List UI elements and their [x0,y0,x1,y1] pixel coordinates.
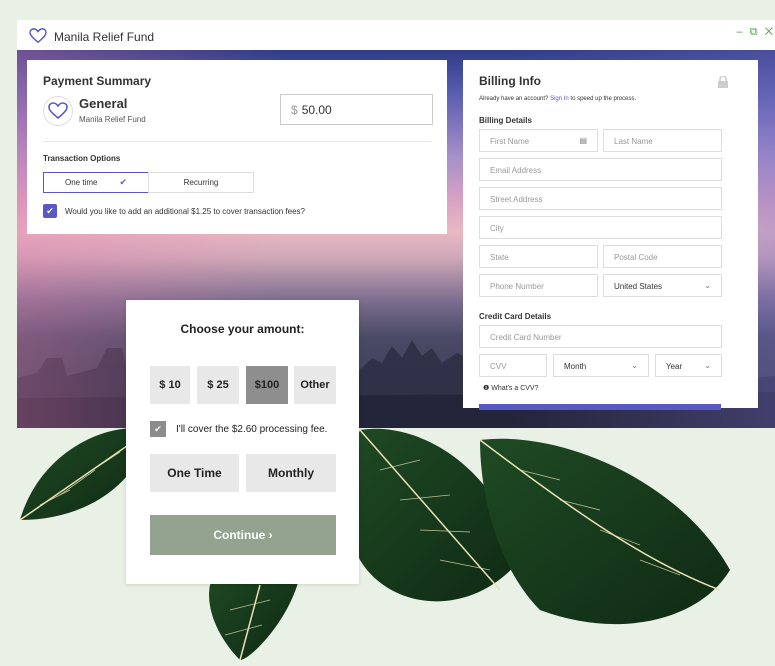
cvv-help-text: What's a CVV? [491,385,539,392]
first-name-placeholder: First Name [490,137,530,146]
fee-text: Would you like to add an additional $1.2… [65,206,306,216]
phone-field[interactable]: Phone Number [479,274,598,297]
cvv-help-link[interactable]: ❶ What's a CVV? [483,384,538,392]
window-controls[interactable]: – ⧉ ✕ [737,26,775,39]
fund-name: General [79,96,128,111]
amount-100-button[interactable]: $100 [246,366,288,404]
amount-value: 50.00 [301,103,332,117]
year-value: Year [666,362,683,371]
checkmark-icon: ✔ [119,177,127,187]
card-number-field[interactable]: Credit Card Number [479,325,722,348]
month-select[interactable]: Month ⌄ [553,354,649,377]
heart-icon [48,102,68,120]
email-field[interactable]: Email Address [479,158,722,181]
payment-summary-card: Payment Summary General Manila Relief Fu… [27,60,447,234]
processing-fee-text: I'll cover the $2.60 processing fee. [176,423,328,435]
amount-10-button[interactable]: $ 10 [150,366,190,404]
amount-input[interactable]: $50.00 [280,94,433,125]
contact-card-icon: ▤ [579,136,587,145]
account-prompt-text: Already have an account? [479,96,549,102]
chevron-down-icon: ⌄ [704,361,711,370]
country-select[interactable]: United States ⌄ [603,274,722,297]
choose-amount-card: Choose your amount: $ 10 $ 25 $100 Other… [126,300,359,584]
billing-title: Billing Info [479,74,541,88]
chevron-down-icon: ⌄ [704,281,711,290]
divider [43,141,431,142]
sign-in-link[interactable]: Sign In [550,96,569,102]
lock-icon [718,76,728,88]
last-name-field[interactable]: Last Name [603,129,722,152]
street-address-field[interactable]: Street Address [479,187,722,210]
account-prompt: Already have an account? Sign In to spee… [479,96,636,102]
credit-card-label: Credit Card Details [479,312,552,321]
postal-placeholder: Postal Code [614,253,658,262]
fund-subtitle: Manila Relief Fund [79,115,146,124]
first-name-field[interactable]: First Name ▤ [479,129,598,152]
city-placeholder: City [490,224,504,233]
amount-other-button[interactable]: Other [294,366,336,404]
monthly-button[interactable]: Monthly [246,454,336,492]
month-value: Month [564,362,587,371]
fund-avatar [43,96,73,126]
processing-fee-checkbox[interactable]: ✔ [150,421,166,437]
one-time-label: One time [64,178,98,187]
info-icon: ❶ [483,385,490,392]
recurring-toggle[interactable]: Recurring [148,172,254,193]
currency-symbol: $ [291,103,298,117]
account-prompt-suffix: to speed up the process. [570,96,637,102]
app-header: Manila Relief Fund – ⧉ ✕ [17,20,775,50]
chevron-down-icon: ⌄ [631,361,638,370]
billing-info-card: Billing Info Already have an account? Si… [463,60,758,410]
choose-amount-title: Choose your amount: [180,322,305,336]
transaction-options-label: Transaction Options [43,154,121,163]
one-time-toggle[interactable]: One time ✔ [43,172,149,193]
recurring-label: Recurring [183,178,219,187]
one-time-button[interactable]: One Time [150,454,239,492]
heart-icon [29,28,47,44]
state-placeholder: State [490,253,509,262]
city-field[interactable]: City [479,216,722,239]
postal-code-field[interactable]: Postal Code [603,245,722,268]
payment-summary-title: Payment Summary [43,74,152,88]
phone-placeholder: Phone Number [490,282,544,291]
app-title: Manila Relief Fund [54,30,155,44]
cvv-placeholder: CVV [490,362,507,371]
country-value: United States [614,282,663,291]
year-select[interactable]: Year ⌄ [655,354,722,377]
submit-button[interactable] [479,404,721,410]
transaction-fee-option[interactable]: ✔ Would you like to add an additional $1… [43,204,305,218]
street-placeholder: Street Address [490,195,543,204]
email-placeholder: Email Address [490,166,542,175]
fee-checkbox[interactable]: ✔ [43,204,57,218]
card-number-placeholder: Credit Card Number [490,333,562,342]
amount-25-button[interactable]: $ 25 [197,366,239,404]
state-field[interactable]: State [479,245,598,268]
last-name-placeholder: Last Name [614,137,653,146]
billing-details-label: Billing Details [479,116,532,125]
continue-button[interactable]: Continue › [150,515,336,555]
cvv-field[interactable]: CVV [479,354,547,377]
processing-fee-option[interactable]: ✔ I'll cover the $2.60 processing fee. [150,421,327,437]
